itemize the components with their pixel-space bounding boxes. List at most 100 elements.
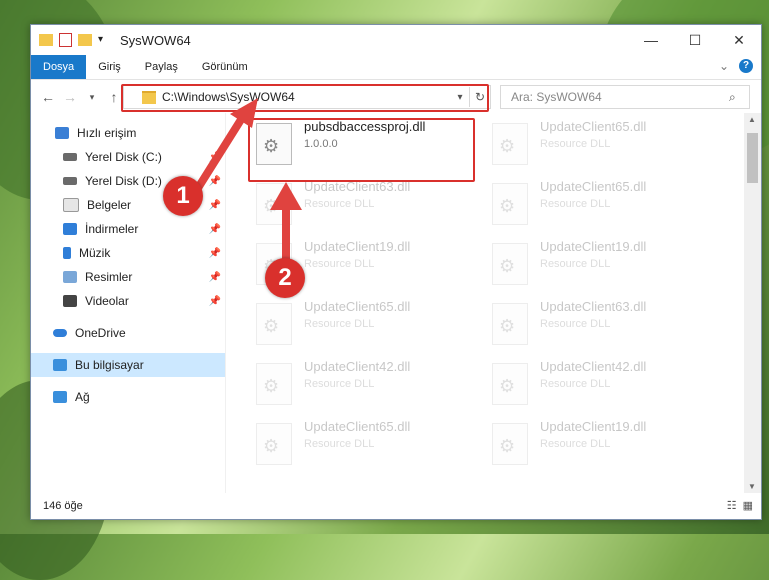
quick-access-toolbar: ▾ [31, 33, 112, 47]
ribbon-tabs: Dosya Giriş Paylaş Görünüm ⌄ ? [31, 55, 761, 80]
forward-arrow-icon[interactable]: → [59, 89, 81, 105]
sidebar-item-music[interactable]: Müzik 📌 [31, 241, 225, 265]
large-icons-view-icon[interactable]: ▦ [743, 499, 753, 512]
vertical-scrollbar[interactable]: ▲ ▼ [744, 113, 761, 493]
status-bar: 146 öğe ☷ ▦ [31, 493, 761, 519]
help-icon[interactable]: ? [739, 59, 753, 73]
file-description: Resource DLL [540, 138, 611, 150]
drive-icon [63, 177, 77, 185]
pin-icon: 📌 [208, 295, 221, 307]
file-name: UpdateClient65.dll [304, 419, 411, 434]
dll-file-icon [492, 363, 528, 405]
sidebar-item-label: Hızlı erişim [77, 126, 137, 140]
file-name: UpdateClient65.dll [540, 179, 647, 194]
scrollbar-thumb[interactable] [747, 133, 758, 183]
network-icon [53, 391, 67, 403]
new-folder-icon[interactable] [78, 34, 92, 46]
maximize-button[interactable]: ☐ [673, 25, 717, 55]
sidebar-item-label: Müzik [79, 246, 111, 260]
recent-dropdown-icon[interactable]: ▾ [81, 92, 103, 103]
star-icon [55, 127, 69, 139]
file-name: UpdateClient19.dll [540, 239, 647, 254]
scroll-up-icon[interactable]: ▲ [748, 115, 756, 124]
minimize-button[interactable]: — [629, 25, 673, 55]
address-bar-highlight [121, 84, 489, 112]
file-description: Resource DLL [540, 258, 611, 270]
sidebar-item-pictures[interactable]: Resimler 📌 [31, 265, 225, 289]
back-arrow-icon[interactable]: ← [37, 89, 59, 105]
sidebar-item-videos[interactable]: Videolar 📌 [31, 289, 225, 313]
sidebar-item-label: Ağ [75, 390, 90, 404]
file-description: Resource DLL [540, 198, 611, 210]
sidebar-item-this-pc[interactable]: Bu bilgisayar [31, 353, 225, 377]
window-title: SysWOW64 [120, 32, 191, 48]
file-item[interactable]: UpdateClient65.dll Resource DLL [484, 175, 706, 235]
dll-file-icon [256, 303, 292, 345]
file-item[interactable]: UpdateClient65.dll Resource DLL [484, 115, 706, 175]
item-count: 146 öğe [43, 500, 83, 512]
file-description: Resource DLL [540, 438, 611, 450]
dll-file-icon [256, 423, 292, 465]
pin-icon: 📌 [208, 271, 221, 283]
sidebar-item-label: Yerel Disk (D:) [85, 174, 162, 188]
sidebar-item-label: İndirmeler [85, 222, 139, 236]
download-icon [63, 223, 77, 235]
file-name: UpdateClient42.dll [304, 359, 411, 374]
computer-icon [53, 359, 67, 371]
file-description: Resource DLL [540, 318, 611, 330]
music-icon [63, 247, 71, 259]
title-bar: ▾ SysWOW64 — ☐ ✕ [31, 25, 761, 55]
documents-icon [63, 198, 79, 212]
sidebar-item-network[interactable]: Ağ [31, 385, 225, 409]
search-box[interactable]: Ara: SysWOW64 ⌕ [500, 85, 750, 109]
file-name: UpdateClient63.dll [540, 299, 647, 314]
details-view-icon[interactable]: ☷ [727, 499, 737, 512]
sidebar-item-label: Resimler [85, 270, 133, 284]
sidebar-item-onedrive[interactable]: OneDrive [31, 321, 225, 345]
tab-giris[interactable]: Giriş [86, 55, 133, 79]
close-button[interactable]: ✕ [717, 25, 761, 55]
pictures-icon [63, 271, 77, 283]
dll-file-icon [492, 423, 528, 465]
file-description: Resource DLL [304, 318, 375, 330]
file-description: Resource DLL [304, 378, 375, 390]
sidebar-item-label: Yerel Disk (C:) [85, 150, 162, 164]
step-badge-1: 1 [163, 176, 203, 216]
file-item[interactable]: UpdateClient63.dll Resource DLL [484, 295, 706, 355]
file-name: UpdateClient42.dll [540, 359, 647, 374]
dll-file-icon [492, 303, 528, 345]
search-icon[interactable]: ⌕ [729, 90, 749, 105]
file-item[interactable]: UpdateClient42.dll Resource DLL [484, 355, 706, 415]
sidebar-item-label: Belgeler [87, 198, 132, 212]
properties-icon[interactable] [59, 33, 72, 47]
pin-icon: 📌 [208, 247, 221, 259]
file-description: Resource DLL [304, 258, 375, 270]
file-item[interactable]: UpdateClient19.dll Resource DLL [484, 415, 706, 475]
sidebar-item-label: Videolar [85, 294, 129, 308]
pin-icon: 📌 [208, 223, 221, 235]
file-description: Resource DLL [304, 198, 375, 210]
file-item[interactable]: UpdateClient65.dll Resource DLL [248, 415, 470, 475]
file-item[interactable]: UpdateClient19.dll Resource DLL [484, 235, 706, 295]
file-item[interactable]: UpdateClient42.dll Resource DLL [248, 355, 470, 415]
file-highlight [248, 118, 475, 182]
scroll-down-icon[interactable]: ▼ [748, 482, 756, 491]
file-item[interactable]: UpdateClient65.dll Resource DLL [248, 295, 470, 355]
dll-file-icon [492, 243, 528, 285]
video-icon [63, 295, 77, 307]
expand-ribbon-icon[interactable]: ⌄ [719, 59, 729, 73]
file-name: UpdateClient65.dll [304, 299, 411, 314]
tab-gorunum[interactable]: Görünüm [190, 55, 260, 79]
cloud-icon [53, 329, 67, 337]
sidebar-item-label: Bu bilgisayar [75, 358, 144, 372]
customize-icon[interactable]: ▾ [98, 34, 112, 46]
file-name: UpdateClient19.dll [540, 419, 647, 434]
file-name: UpdateClient19.dll [304, 239, 411, 254]
file-name: UpdateClient65.dll [540, 119, 647, 134]
sidebar-item-downloads[interactable]: İndirmeler 📌 [31, 217, 225, 241]
dll-file-icon [492, 123, 528, 165]
tab-dosya[interactable]: Dosya [31, 55, 87, 79]
search-input[interactable]: Ara: SysWOW64 [501, 90, 729, 104]
folder-icon[interactable] [39, 34, 53, 46]
tab-paylas[interactable]: Paylaş [133, 55, 190, 79]
